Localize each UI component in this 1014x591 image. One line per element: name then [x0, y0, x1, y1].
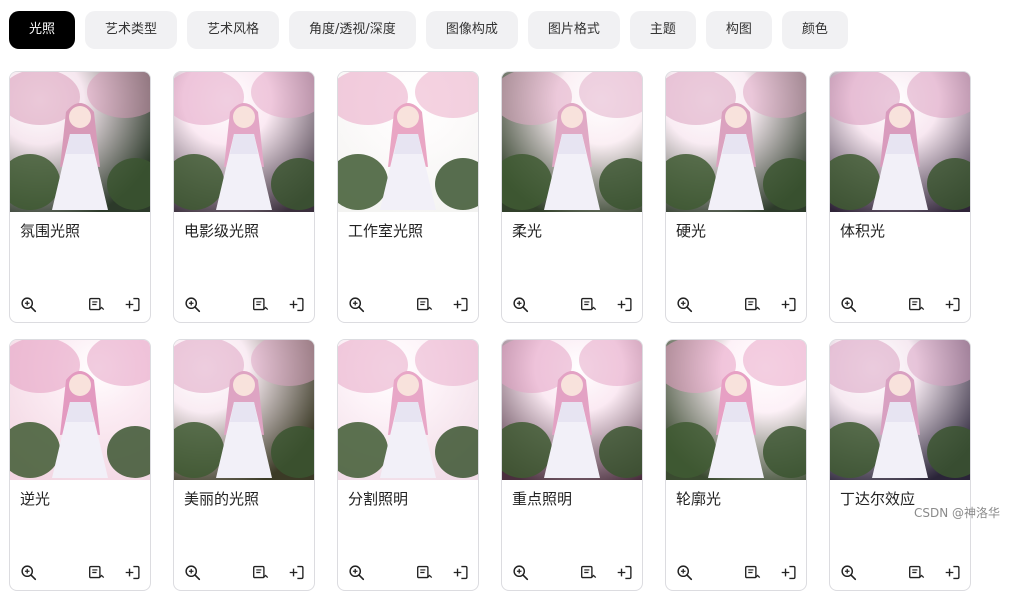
- add-to-prompt-icon[interactable]: [122, 562, 142, 582]
- card-thumbnail-image[interactable]: [338, 72, 478, 212]
- style-card[interactable]: 柔光: [501, 71, 643, 323]
- card-label: 硬光: [676, 222, 707, 240]
- card-actions: [666, 562, 806, 582]
- prompt-list-icon[interactable]: [414, 294, 434, 314]
- tab-art-style[interactable]: 艺术风格: [187, 11, 280, 49]
- card-actions: [830, 562, 970, 582]
- zoom-in-icon[interactable]: [346, 562, 366, 582]
- zoom-in-icon[interactable]: [510, 294, 530, 314]
- add-to-prompt-icon[interactable]: [614, 294, 634, 314]
- tab-composition[interactable]: 构图: [705, 11, 772, 49]
- zoom-in-icon[interactable]: [674, 562, 694, 582]
- card-thumbnail-image[interactable]: [830, 72, 970, 212]
- card-label: 轮廓光: [676, 490, 722, 508]
- card-thumbnail-image[interactable]: [10, 72, 150, 212]
- add-to-prompt-icon[interactable]: [778, 294, 798, 314]
- prompt-list-icon[interactable]: [906, 562, 926, 582]
- zoom-in-icon[interactable]: [510, 562, 530, 582]
- add-to-prompt-icon[interactable]: [942, 562, 962, 582]
- zoom-in-icon[interactable]: [18, 294, 38, 314]
- tab-image-format[interactable]: 图片格式: [527, 11, 620, 49]
- prompt-list-icon[interactable]: [742, 562, 762, 582]
- card-actions: [10, 562, 150, 582]
- card-actions: [174, 294, 314, 314]
- card-label: 分割照明: [348, 490, 409, 508]
- card-actions: [10, 294, 150, 314]
- zoom-in-icon[interactable]: [182, 562, 202, 582]
- card-label: 逆光: [20, 490, 51, 508]
- tab-theme[interactable]: 主题: [629, 11, 696, 49]
- card-actions: [502, 294, 642, 314]
- card-label: 美丽的光照: [184, 490, 260, 508]
- prompt-list-icon[interactable]: [250, 562, 270, 582]
- card-actions: [338, 562, 478, 582]
- prompt-list-icon[interactable]: [86, 294, 106, 314]
- add-to-prompt-icon[interactable]: [778, 562, 798, 582]
- style-card[interactable]: 分割照明: [337, 339, 479, 591]
- style-card[interactable]: 美丽的光照: [173, 339, 315, 591]
- style-card[interactable]: 丁达尔效应: [829, 339, 971, 591]
- style-card[interactable]: 电影级光照: [173, 71, 315, 323]
- card-label: 体积光: [840, 222, 886, 240]
- style-card[interactable]: 工作室光照: [337, 71, 479, 323]
- add-to-prompt-icon[interactable]: [942, 294, 962, 314]
- style-card[interactable]: 逆光: [9, 339, 151, 591]
- add-to-prompt-icon[interactable]: [450, 562, 470, 582]
- watermark: CSDN @神洛华: [913, 506, 1000, 520]
- card-thumbnail-image[interactable]: [174, 72, 314, 212]
- prompt-list-icon[interactable]: [250, 294, 270, 314]
- prompt-list-icon[interactable]: [742, 294, 762, 314]
- zoom-in-icon[interactable]: [838, 294, 858, 314]
- tab-angle-perspective-depth[interactable]: 角度/透视/深度: [289, 11, 416, 49]
- card-thumbnail-image[interactable]: [338, 340, 478, 480]
- style-card-grid: 氛围光照 电影级光照 工作室光照 柔光 硬光 体积光 逆光 美丽的光照 分割照明…: [9, 71, 971, 591]
- tab-image-composition[interactable]: 图像构成: [425, 11, 518, 49]
- card-label: 柔光: [512, 222, 543, 240]
- prompt-list-icon[interactable]: [906, 294, 926, 314]
- card-thumbnail-image[interactable]: [666, 72, 806, 212]
- zoom-in-icon[interactable]: [18, 562, 38, 582]
- zoom-in-icon[interactable]: [346, 294, 366, 314]
- add-to-prompt-icon[interactable]: [286, 294, 306, 314]
- tab-lighting[interactable]: 光照: [9, 11, 76, 49]
- card-actions: [502, 562, 642, 582]
- card-label: 重点照明: [512, 490, 573, 508]
- category-tabs: 光照 艺术类型 艺术风格 角度/透视/深度 图像构成 图片格式 主题 构图 颜色: [9, 11, 848, 49]
- card-thumbnail-image[interactable]: [10, 340, 150, 480]
- card-actions: [338, 294, 478, 314]
- card-thumbnail-image[interactable]: [502, 72, 642, 212]
- style-card[interactable]: 轮廓光: [665, 339, 807, 591]
- prompt-list-icon[interactable]: [578, 294, 598, 314]
- style-card[interactable]: 氛围光照: [9, 71, 151, 323]
- card-thumbnail-image[interactable]: [502, 340, 642, 480]
- tab-art-type[interactable]: 艺术类型: [85, 11, 178, 49]
- add-to-prompt-icon[interactable]: [286, 562, 306, 582]
- style-card[interactable]: 硬光: [665, 71, 807, 323]
- card-actions: [830, 294, 970, 314]
- card-label: 氛围光照: [20, 222, 81, 240]
- card-label: 工作室光照: [348, 222, 424, 240]
- prompt-list-icon[interactable]: [578, 562, 598, 582]
- zoom-in-icon[interactable]: [674, 294, 694, 314]
- card-thumbnail-image[interactable]: [174, 340, 314, 480]
- card-thumbnail-image[interactable]: [830, 340, 970, 480]
- card-actions: [666, 294, 806, 314]
- prompt-list-icon[interactable]: [86, 562, 106, 582]
- style-card[interactable]: 体积光: [829, 71, 971, 323]
- add-to-prompt-icon[interactable]: [614, 562, 634, 582]
- add-to-prompt-icon[interactable]: [450, 294, 470, 314]
- zoom-in-icon[interactable]: [838, 562, 858, 582]
- prompt-list-icon[interactable]: [414, 562, 434, 582]
- zoom-in-icon[interactable]: [182, 294, 202, 314]
- add-to-prompt-icon[interactable]: [122, 294, 142, 314]
- card-actions: [174, 562, 314, 582]
- card-thumbnail-image[interactable]: [666, 340, 806, 480]
- tab-color[interactable]: 颜色: [781, 11, 848, 49]
- card-label: 丁达尔效应: [840, 490, 916, 508]
- card-label: 电影级光照: [184, 222, 260, 240]
- style-card[interactable]: 重点照明: [501, 339, 643, 591]
